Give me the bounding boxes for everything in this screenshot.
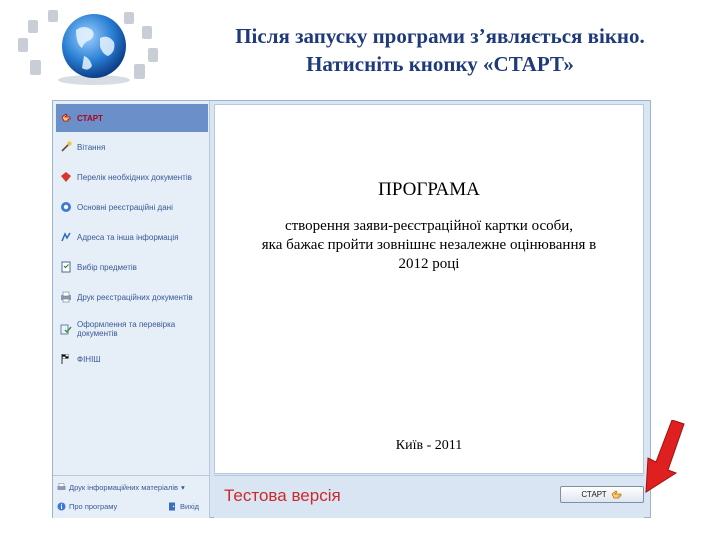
sidebar-item-label: Основні реєстраційні дані	[77, 202, 173, 212]
sidebar-item-check-documents[interactable]: Оформлення та перевірка документів	[56, 314, 208, 344]
sidebar-item-registration-data[interactable]: Основні реєстраційні дані	[56, 194, 208, 220]
hand-pointer-icon	[61, 113, 71, 122]
wand-icon	[61, 141, 72, 152]
program-heading: ПРОГРАМА	[378, 179, 480, 200]
sidebar-item-label: Адреса та інша інформація	[77, 232, 179, 242]
sidebar-item-address[interactable]: Адреса та інша інформація	[56, 224, 208, 250]
printer-small-icon	[57, 483, 66, 490]
globe-logo	[18, 10, 158, 85]
sidebar-footer: Друк інформаційних матеріалів ▾ Про прог…	[53, 475, 210, 518]
exit-link[interactable]: Вихід	[168, 502, 199, 511]
checklist-icon	[61, 261, 71, 273]
sidebar: СТАРТ Вітання Перелік необхідних докумен…	[53, 101, 210, 475]
sidebar-item-greeting[interactable]: Вітання	[56, 134, 208, 160]
program-description: створення заяви-реєстраційної картки осо…	[215, 217, 643, 274]
slide-title: Після запуску програми з’являється вікно…	[190, 22, 690, 78]
exit-door-icon	[169, 502, 175, 511]
hand-pointer-icon	[611, 490, 622, 498]
program-title-pane: ПРОГРАМА створення заяви-реєстраційної к…	[214, 104, 644, 474]
red-arrow-pointer	[645, 420, 685, 493]
app-window: СТАРТ Вітання Перелік необхідних докумен…	[52, 100, 651, 518]
exit-label: Вихід	[180, 502, 199, 511]
about-program-link[interactable]: Про програму	[57, 502, 117, 511]
sidebar-item-label: Вітання	[77, 142, 106, 152]
sidebar-item-label: Вибір предметів	[77, 262, 137, 272]
status-bar: Тестова версія СТАРТ	[214, 475, 644, 518]
user-info-icon	[61, 202, 71, 212]
sidebar-item-label: Перелік необхідних документів	[77, 172, 192, 182]
address-icon	[61, 232, 71, 242]
print-info-materials-label: Друк інформаційних матеріалів	[69, 483, 178, 492]
program-footer: Київ - 2011	[395, 438, 463, 453]
program-description-line3: 2012 році	[398, 256, 460, 272]
info-icon	[57, 502, 66, 511]
slide-title-line1: Після запуску програми з’являється вікно…	[235, 24, 645, 48]
sidebar-item-documents-list[interactable]: Перелік необхідних документів	[56, 164, 208, 190]
about-program-label: Про програму	[69, 502, 118, 511]
sidebar-item-subjects[interactable]: Вибір предметів	[56, 254, 208, 280]
slide-title-line2: Натисніть кнопку «СТАРТ»	[306, 52, 574, 76]
sidebar-item-start[interactable]: СТАРТ	[56, 104, 208, 132]
dropdown-arrow-icon: ▾	[180, 483, 185, 492]
program-description-line1: створення заяви-реєстраційної картки осо…	[284, 218, 574, 234]
sidebar-item-label: Друк реєстраційних документів	[77, 292, 193, 302]
start-button-label: СТАРТ	[581, 490, 607, 499]
test-version-label: Тестова версія	[224, 486, 341, 505]
sidebar-item-print[interactable]: Друк реєстраційних документів	[56, 284, 208, 310]
documents-icon	[61, 172, 71, 182]
printer-icon	[61, 291, 71, 303]
finish-flag-icon	[61, 354, 69, 364]
sidebar-item-label: Оформлення та перевірка документів	[77, 320, 176, 338]
sidebar-item-label: ФІНІШ	[77, 354, 101, 364]
sidebar-item-finish[interactable]: ФІНІШ	[56, 346, 208, 372]
docs-check-icon	[60, 324, 72, 335]
program-description-line2: яка бажає пройти зовнішнє незалежне оцін…	[261, 237, 597, 253]
print-info-materials-link[interactable]: Друк інформаційних матеріалів ▾	[57, 483, 185, 492]
sidebar-item-label: СТАРТ	[77, 113, 103, 123]
